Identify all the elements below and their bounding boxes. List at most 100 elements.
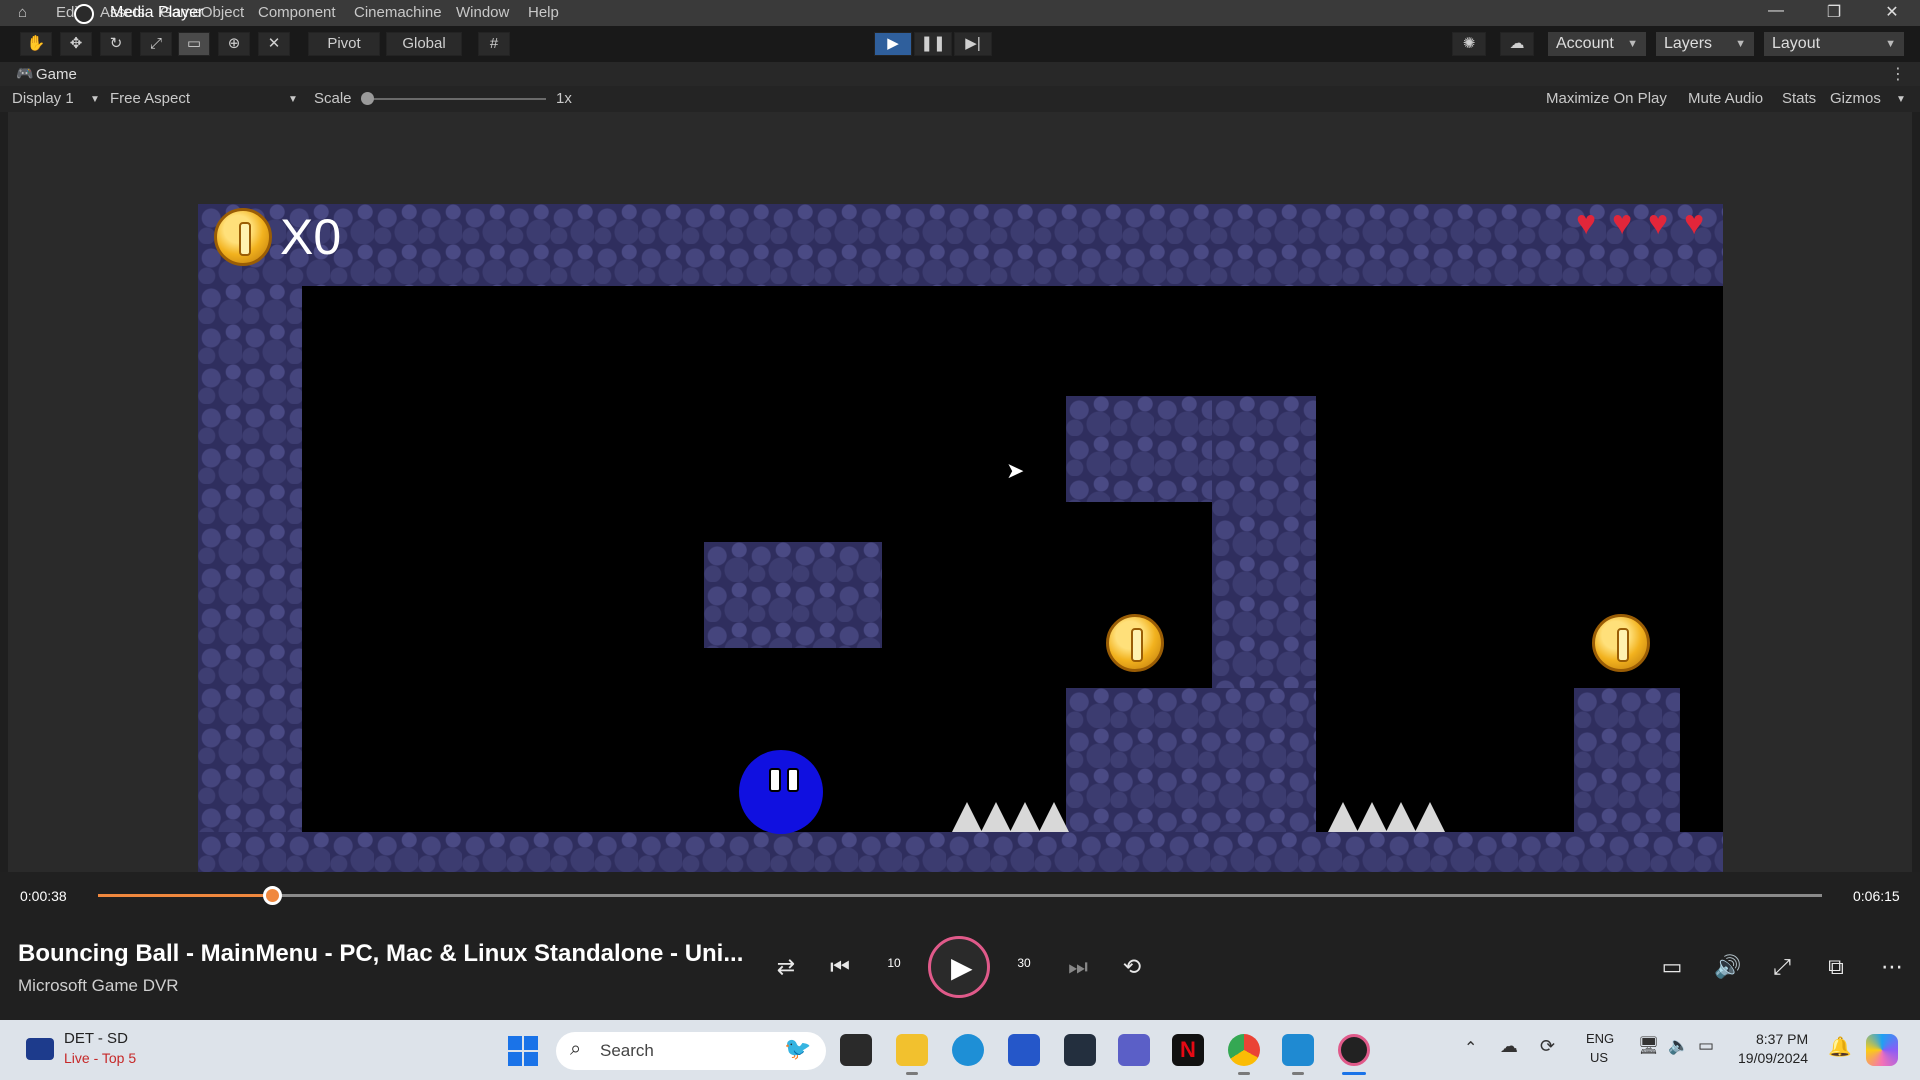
more-options-icon[interactable]: ⋮	[1890, 64, 1906, 84]
volume-icon[interactable]: 🔊	[1708, 954, 1748, 980]
chevron-up-icon[interactable]: ⌃	[1464, 1038, 1477, 1058]
menu-component[interactable]: Component	[258, 4, 336, 21]
more-icon[interactable]: ⋯	[1872, 954, 1912, 980]
play-mode-button[interactable]: ▶	[874, 32, 912, 56]
notification-bell-icon[interactable]: 🔔	[1828, 1035, 1852, 1059]
skip-back-button[interactable]: 10	[874, 954, 914, 982]
account-dropdown[interactable]: Account ▼	[1548, 32, 1646, 56]
sync-icon[interactable]: ⟳	[1540, 1036, 1555, 1057]
layout-label: Layout	[1772, 35, 1821, 52]
weather-subtitle[interactable]: Live - Top 5	[64, 1050, 136, 1066]
fullscreen-icon[interactable]: ⤢	[1762, 954, 1802, 980]
next-icon[interactable]: ⏭	[1058, 954, 1098, 980]
hand-tool-icon[interactable]: ✋	[20, 32, 52, 56]
spike	[981, 802, 1011, 832]
maximize-on-play-toggle[interactable]: Maximize On Play	[1546, 90, 1667, 107]
minimize-button[interactable]: —	[1756, 2, 1796, 20]
weather-title[interactable]: DET - SD	[64, 1030, 128, 1047]
global-label: Global	[402, 35, 446, 52]
heart-icon: ♥	[1648, 204, 1669, 242]
ball-eye-right	[787, 768, 799, 792]
spike	[1415, 802, 1445, 832]
hud-coin-icon	[214, 208, 272, 266]
microsoft-store-icon[interactable]	[1008, 1034, 1040, 1066]
chevron-down-icon: ▼	[1735, 38, 1746, 50]
seek-handle[interactable]	[263, 886, 283, 905]
mini-player-icon[interactable]: ⧉	[1816, 954, 1856, 980]
shuffle-icon[interactable]: ⇄	[766, 954, 806, 980]
skip-forward-label: 30	[1017, 956, 1031, 970]
copilot-icon[interactable]	[1866, 1034, 1898, 1066]
tab-game[interactable]: Game	[36, 66, 77, 83]
menu-window[interactable]: Window	[456, 4, 509, 21]
pause-button[interactable]: ❚❚	[914, 32, 952, 56]
chrome-icon[interactable]	[1228, 1034, 1260, 1066]
netflix-icon[interactable]: N	[1172, 1034, 1204, 1066]
windows-start-icon[interactable]	[508, 1036, 538, 1066]
menu-help[interactable]: Help	[528, 4, 559, 21]
speaker-icon[interactable]: 🔈	[1668, 1036, 1689, 1056]
gamepad-icon: 🎮	[16, 65, 34, 81]
rect-tool-icon[interactable]: ▭	[178, 32, 210, 56]
file-explorer-icon[interactable]	[896, 1034, 928, 1066]
game-tab-header: 🎮 Game ⋮	[0, 62, 1920, 86]
running-indicator	[1292, 1072, 1304, 1075]
skip-forward-button[interactable]: 30	[1004, 954, 1044, 982]
clock-date[interactable]: 19/09/2024	[1738, 1050, 1808, 1066]
clock-time[interactable]: 8:37 PM	[1756, 1031, 1808, 1047]
chevron-down-icon: ▼	[288, 94, 298, 105]
stats-toggle[interactable]: Stats	[1782, 90, 1816, 107]
pivot-toggle[interactable]: Pivot	[308, 32, 380, 56]
rotate-tool-icon[interactable]: ↻	[100, 32, 132, 56]
previous-icon[interactable]: ⏮	[820, 954, 860, 980]
media-player-icon[interactable]	[1338, 1034, 1370, 1066]
captions-icon[interactable]: ▭	[1652, 954, 1692, 980]
mute-audio-toggle[interactable]: Mute Audio	[1688, 90, 1763, 107]
aspect-dropdown[interactable]: Free Aspect	[110, 90, 190, 107]
teams-icon[interactable]	[1118, 1034, 1150, 1066]
floating-stone-block	[704, 542, 882, 648]
cloud-icon[interactable]: ☁	[1500, 32, 1534, 56]
custom-tool-icon[interactable]: ✕	[258, 32, 290, 56]
menu-cinemachine[interactable]: Cinemachine	[354, 4, 442, 21]
chevron-down-icon: ▼	[90, 94, 100, 105]
network-icon[interactable]: 🖥	[1638, 1036, 1660, 1056]
transform-tool-icon[interactable]: ⊕	[218, 32, 250, 56]
layers-dropdown[interactable]: Layers ▼	[1656, 32, 1754, 56]
restore-button[interactable]: ❐	[1814, 2, 1854, 22]
language-line1[interactable]: ENG	[1586, 1031, 1614, 1046]
play-button[interactable]: ▶	[928, 936, 990, 998]
spike	[1039, 802, 1069, 832]
global-toggle[interactable]: Global	[386, 32, 462, 56]
onedrive-icon[interactable]: ☁	[1500, 1036, 1518, 1057]
spike	[1386, 802, 1416, 832]
collab-icon[interactable]: ✺	[1452, 32, 1486, 56]
task-view-icon[interactable]	[840, 1034, 872, 1066]
play-icon: ▶	[951, 952, 973, 983]
game-scene: X0 ♥ ♥ ♥ ♥ ➤	[198, 204, 1723, 884]
amazon-icon[interactable]	[1064, 1034, 1096, 1066]
battery-icon[interactable]: ▭	[1698, 1036, 1714, 1056]
gizmos-toggle[interactable]: Gizmos	[1830, 90, 1881, 107]
display-dropdown[interactable]: Display 1	[12, 90, 74, 107]
scale-slider-track[interactable]	[362, 98, 546, 100]
move-tool-icon[interactable]: ✥	[60, 32, 92, 56]
edge-browser-icon[interactable]	[952, 1034, 984, 1066]
home-icon[interactable]: ⌂	[18, 4, 27, 21]
scale-value: 1x	[556, 90, 572, 107]
mlb-logo-icon	[26, 1038, 54, 1060]
layers-label: Layers	[1664, 35, 1713, 52]
pivot-label: Pivot	[327, 35, 361, 52]
layout-dropdown[interactable]: Layout ▼	[1764, 32, 1904, 56]
vscode-icon[interactable]	[1282, 1034, 1314, 1066]
close-button[interactable]: ✕	[1872, 2, 1912, 22]
step-button[interactable]: ▶|	[954, 32, 992, 56]
scale-tool-icon[interactable]: ⤢	[140, 32, 172, 56]
seek-progress	[98, 894, 273, 897]
seek-track[interactable]	[98, 886, 1822, 905]
grid-snap-icon[interactable]: #	[478, 32, 510, 56]
scale-slider-handle[interactable]	[361, 92, 374, 105]
language-line2[interactable]: US	[1590, 1050, 1608, 1065]
repeat-icon[interactable]: ⟲	[1112, 954, 1152, 980]
search-box[interactable]: ⌕ Search 🐦	[556, 1032, 826, 1070]
